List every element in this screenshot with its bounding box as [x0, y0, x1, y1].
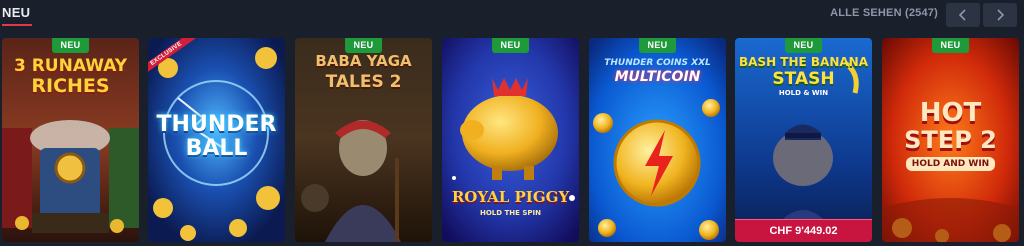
prev-button[interactable]: [946, 3, 980, 27]
game-card-hot-step[interactable]: NEU HOT STEP 2 HOLD AND WIN: [882, 38, 1019, 242]
new-badge: NEU: [784, 38, 823, 53]
game-tagline: HOLD AND WIN: [882, 157, 1019, 171]
game-title: THUNDER: [156, 112, 277, 137]
game-subtitle: STASH: [772, 69, 835, 89]
new-badge: NEU: [344, 38, 383, 53]
next-button[interactable]: [983, 3, 1017, 27]
new-badge: NEU: [491, 38, 530, 53]
game-subtitle: HOLD THE SPIN: [479, 209, 541, 217]
game-card-runaway-riches[interactable]: NEU 3 RUNAWAY RICHES: [2, 38, 139, 242]
game-title: BASH THE BANANA: [739, 55, 868, 69]
jackpot-amount: CHF 9'449.02: [735, 219, 872, 242]
game-subtitle: RICHES: [31, 75, 110, 97]
section-title: NEU: [2, 5, 31, 20]
game-card-thunder-ball[interactable]: EXCLUSIVE THUNDER BALL: [148, 38, 285, 242]
game-card-thunder-coins[interactable]: NEU THUNDER COINS XXL MULTICOIN: [589, 38, 726, 242]
chevron-right-icon: [997, 9, 1005, 21]
section-header: NEU ALLE SEHEN (2547): [0, 0, 1024, 34]
game-subtitle: BALL: [185, 136, 248, 161]
game-subtitle: MULTICOIN: [614, 69, 701, 85]
game-card-royal-piggy[interactable]: NEU ROYAL PIGGY HOLD THE SPIN: [442, 38, 579, 242]
game-title: 3 RUNAWAY: [13, 56, 128, 76]
see-all-link[interactable]: ALLE SEHEN (2547): [830, 7, 938, 19]
game-card-baba-yaga[interactable]: NEU BABA YAGA TALES 2: [295, 38, 432, 242]
game-subtitle: TALES 2: [325, 72, 402, 92]
new-badge: NEU: [638, 38, 677, 53]
game-tagline: HOLD & WIN: [778, 89, 829, 97]
game-carousel: NEU 3 RUNAWAY RICHES EXCLUSIVE THUNDER B…: [0, 38, 1024, 244]
new-badge: NEU: [931, 38, 970, 53]
tagline-pill: HOLD AND WIN: [905, 157, 996, 171]
title-underline: [2, 24, 32, 26]
game-title: HOT: [919, 98, 982, 128]
game-card-banana-stash[interactable]: NEU BASH THE BANANA STASH HOLD & WIN CHF…: [735, 38, 872, 242]
game-title: ROYAL PIGGY: [451, 188, 570, 206]
game-title: BABA YAGA: [315, 52, 412, 70]
chevron-left-icon: [958, 9, 966, 21]
game-subtitle: STEP 2: [904, 126, 997, 154]
game-title: THUNDER COINS XXL: [604, 58, 711, 68]
new-badge: NEU: [51, 38, 90, 53]
